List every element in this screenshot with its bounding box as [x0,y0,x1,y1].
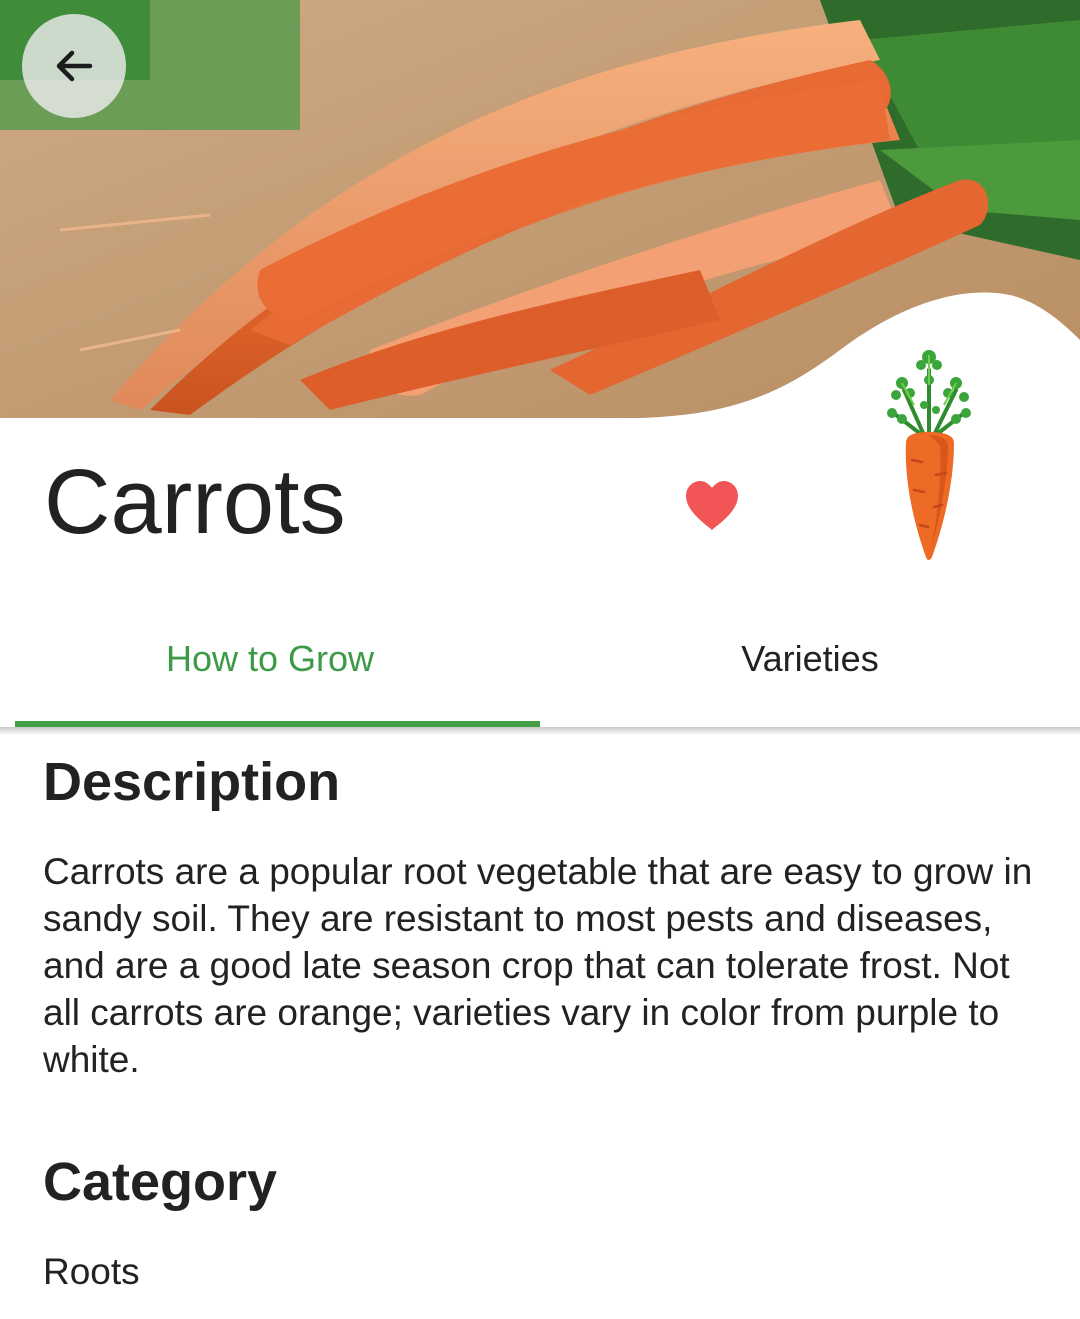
heart-icon[interactable] [684,480,740,532]
tab-how-to-grow[interactable]: How to Grow [0,596,540,728]
category-heading: Category [43,1152,278,1212]
description-heading: Description [43,752,341,812]
category-value: Roots [43,1251,140,1292]
tab-varieties[interactable]: Varieties [540,596,1080,728]
tab-bar: How to Grow Varieties [0,596,1080,728]
tab-bar-divider [0,727,1080,735]
plant-title: Carrots [44,451,346,553]
back-button[interactable] [22,14,126,118]
description-text: Carrots are a popular root vegetable tha… [43,851,1033,1080]
carrot-icon [887,350,971,560]
arrow-back-icon [56,50,93,82]
